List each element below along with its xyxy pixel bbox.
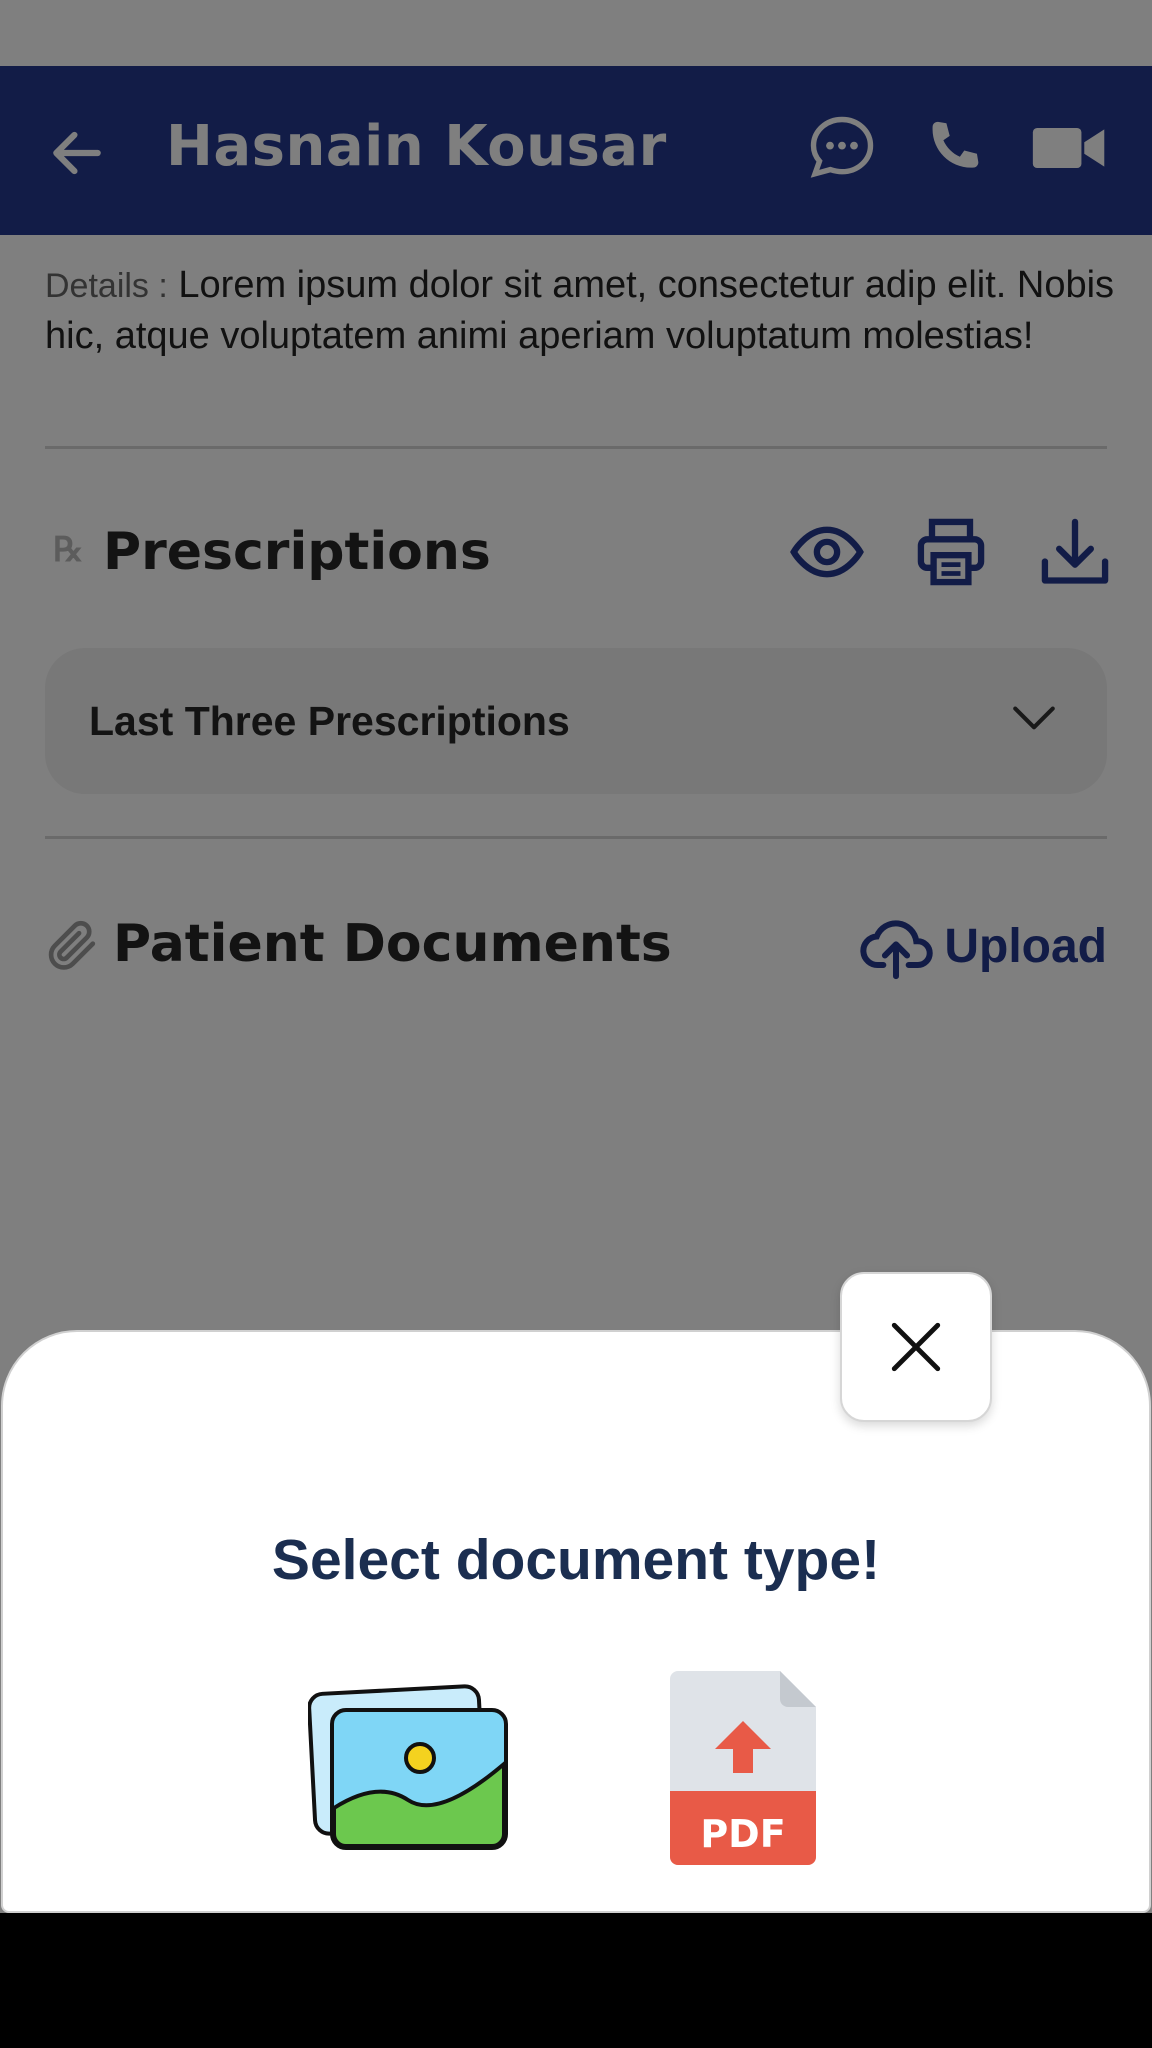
close-button[interactable] bbox=[840, 1272, 992, 1422]
image-gallery-icon[interactable] bbox=[308, 1684, 510, 1852]
system-navigation-bar bbox=[0, 1913, 1152, 2048]
close-icon bbox=[891, 1322, 941, 1372]
pdf-label: PDF bbox=[700, 1812, 785, 1856]
pdf-upload-icon[interactable]: PDF bbox=[668, 1669, 818, 1867]
sheet-title: Select document type! bbox=[271, 1528, 881, 1592]
